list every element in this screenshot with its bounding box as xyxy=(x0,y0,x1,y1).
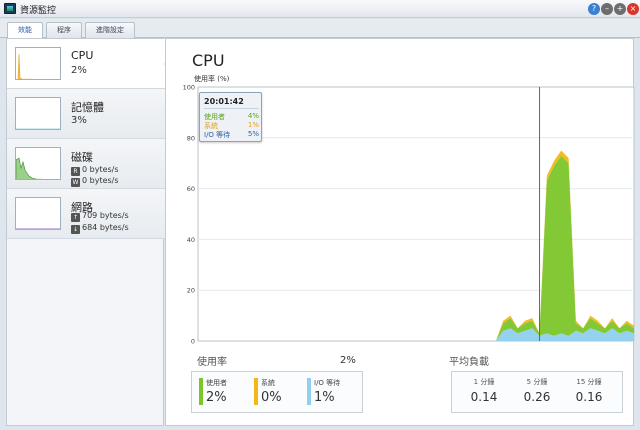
load-15min: 15 分鐘 0.16 xyxy=(564,377,614,404)
network-upload-value: 709 bytes/s xyxy=(82,211,129,220)
tab-advanced-settings[interactable]: 進階設定 xyxy=(85,22,135,38)
help-icon[interactable]: ? xyxy=(588,3,600,15)
download-arrow-icon: ↓ xyxy=(71,225,80,234)
tooltip-iowait-value: 5% xyxy=(247,130,259,138)
sidebar-item-network[interactable]: 網路 ↑ 709 bytes/s ↓ 684 bytes/s xyxy=(7,189,165,239)
y-tick-label: 20 xyxy=(187,287,195,295)
load-15min-label: 15 分鐘 xyxy=(576,378,602,386)
tooltip-row-system: 系統 1% xyxy=(204,121,259,130)
cpu-value: 2% xyxy=(71,65,87,76)
usage-user-value: 2% xyxy=(206,390,227,405)
memory-value: 3% xyxy=(71,115,87,126)
load-1min: 1 分鐘 0.14 xyxy=(459,377,509,404)
usage-iowait-bar xyxy=(307,378,311,405)
main-panel: CPU 使用率 (%) 0 20 40 60 80 100 20:01:42 使用者 4%… xyxy=(165,38,635,426)
tooltip-iowait-label: I/O 等待 xyxy=(204,131,231,139)
tooltip-time: 20:01:42 xyxy=(204,97,244,106)
usage-user-label: 使用者 xyxy=(206,379,227,387)
tab-performance[interactable]: 效能 xyxy=(7,22,43,39)
cpu-label: CPU xyxy=(71,49,94,62)
usage-system-value: 0% xyxy=(261,390,282,405)
tab-processes[interactable]: 程序 xyxy=(46,22,82,38)
cpu-thumbnail-chart xyxy=(15,47,61,80)
disk-write-value: 0 bytes/s xyxy=(82,176,119,185)
load-average-panel: 1 分鐘 0.14 5 分鐘 0.26 15 分鐘 0.16 xyxy=(451,371,623,413)
tooltip-divider xyxy=(204,108,259,109)
page-title: CPU xyxy=(192,51,225,70)
tooltip-system-value: 1% xyxy=(247,121,259,129)
window-title: 資源監控 xyxy=(20,6,57,16)
network-download: ↓ 684 bytes/s xyxy=(71,223,129,234)
disk-read-value: 0 bytes/s xyxy=(82,165,119,174)
window-titlebar: 資源監控 ? – + × xyxy=(0,0,640,18)
memory-thumbnail-chart xyxy=(15,97,61,130)
y-tick-label: 40 xyxy=(187,236,195,244)
usage-system-bar xyxy=(254,378,258,405)
disk-read: R0 bytes/s xyxy=(71,165,119,176)
tooltip-row-user: 使用者 4% xyxy=(204,112,259,121)
maximize-icon[interactable]: + xyxy=(614,3,626,15)
sidebar-item-cpu[interactable]: CPU 2% xyxy=(7,39,165,89)
resource-sidebar: CPU 2% 記憶體 3% 磁碟 R0 bytes/s W0 bytes/s 網… xyxy=(6,38,172,426)
usage-section-label: 使用率 xyxy=(197,357,227,368)
write-icon: W xyxy=(71,178,80,187)
load-average-label: 平均負載 xyxy=(449,357,489,368)
network-download-value: 684 bytes/s xyxy=(82,223,129,232)
disk-write: W0 bytes/s xyxy=(71,176,119,187)
close-icon[interactable]: × xyxy=(627,3,639,15)
usage-iowait-label: I/O 等待 xyxy=(314,379,341,387)
usage-breakdown: 使用者 2% 系統 0% I/O 等待 1% xyxy=(191,371,363,413)
sidebar-item-memory[interactable]: 記憶體 3% xyxy=(7,89,165,139)
tooltip-row-iowait: I/O 等待 5% xyxy=(204,130,259,139)
load-5min-label: 5 分鐘 xyxy=(526,378,548,386)
network-thumbnail-chart xyxy=(15,197,61,230)
usage-system-label: 系統 xyxy=(261,379,275,387)
load-1min-value: 0.14 xyxy=(470,390,498,404)
disk-label: 磁碟 xyxy=(71,151,93,164)
load-1min-label: 1 分鐘 xyxy=(473,378,495,386)
tab-bar: 效能 程序 進階設定 xyxy=(0,19,640,39)
y-tick-label: 100 xyxy=(183,84,195,92)
y-tick-label: 60 xyxy=(187,185,195,193)
read-icon: R xyxy=(71,167,80,176)
load-15min-value: 0.16 xyxy=(575,390,603,404)
usage-total: 2% xyxy=(340,355,356,366)
disk-thumbnail-chart xyxy=(15,147,61,180)
y-tick-label: 0 xyxy=(191,338,195,346)
memory-label: 記憶體 xyxy=(71,101,104,114)
upload-arrow-icon: ↑ xyxy=(71,213,80,222)
usage-iowait-value: 1% xyxy=(314,390,335,405)
usage-user-bar xyxy=(199,378,203,405)
resource-monitor-icon xyxy=(4,3,16,14)
load-5min: 5 分鐘 0.26 xyxy=(512,377,562,404)
y-tick-label: 80 xyxy=(187,134,195,142)
network-upload: ↑ 709 bytes/s xyxy=(71,211,129,222)
sidebar-item-disk[interactable]: 磁碟 R0 bytes/s W0 bytes/s xyxy=(7,139,165,189)
load-5min-value: 0.26 xyxy=(523,390,551,404)
minimize-icon[interactable]: – xyxy=(601,3,613,15)
tooltip-user-value: 4% xyxy=(247,112,259,120)
chart-tooltip: 20:01:42 使用者 4% 系統 1% I/O 等待 5% xyxy=(199,92,262,142)
